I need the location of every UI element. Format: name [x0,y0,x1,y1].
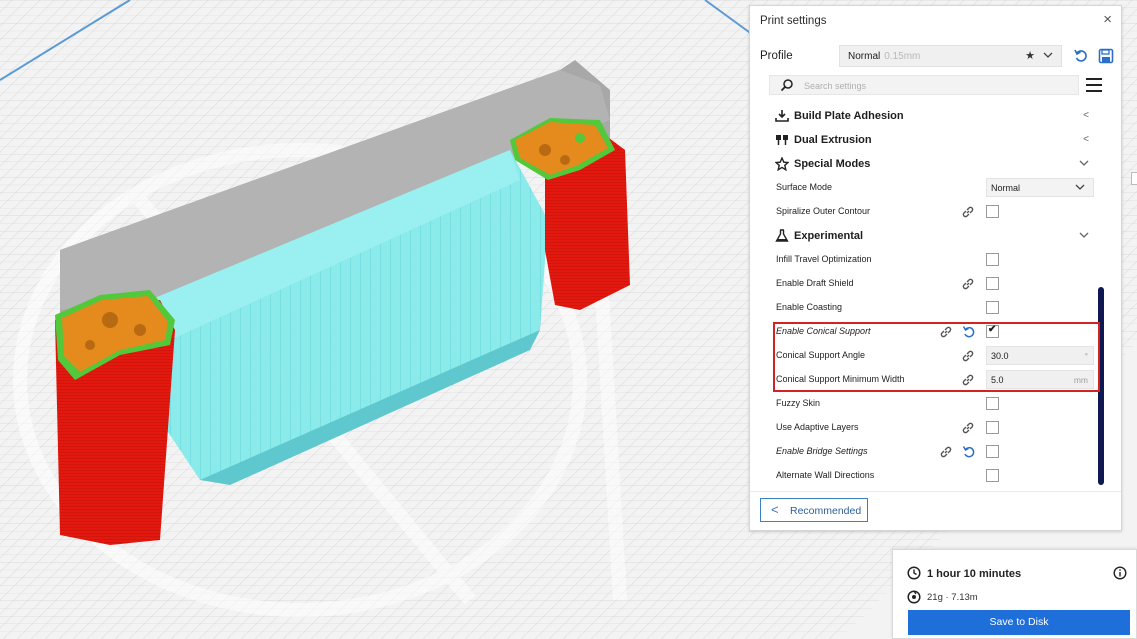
coasting-checkbox[interactable] [986,301,999,314]
setting-spiralize-outer-contour: Spiralize Outer Contour [750,200,1123,224]
profile-dropdown[interactable]: Normal 0.15mm ★ [839,45,1062,67]
chevron-down-icon [1079,160,1089,166]
setting-infill-travel-optimization: Infill Travel Optimization [750,248,1123,272]
surface-mode-value: Normal [991,183,1021,193]
setting-enable-draft-shield: Enable Draft Shield [750,272,1123,296]
profile-label: Profile [760,50,793,62]
flask-icon [775,229,789,242]
dual-extrusion-icon [776,135,788,145]
link-icon[interactable] [961,277,975,291]
input-unit: mm [1073,375,1088,385]
conical-min-width-input[interactable]: 5.0 mm [986,370,1094,389]
setting-label: Enable Coasting [776,302,843,312]
category-label: Special Modes [794,158,871,170]
reset-profile-icon[interactable] [1073,48,1089,64]
material-usage: 21g · 7.13m [927,592,978,603]
save-to-disk-button[interactable]: Save to Disk [908,610,1130,635]
surface-mode-dropdown[interactable]: Normal [986,178,1094,197]
link-icon[interactable] [939,325,953,339]
category-dual-extrusion[interactable]: Dual Extrusion < [750,128,1123,152]
print-time: 1 hour 10 minutes [927,568,1022,580]
setting-enable-conical-support: Enable Conical Support ✔ [750,320,1123,344]
settings-menu-icon[interactable] [1086,78,1102,92]
setting-alternate-wall-directions: Alternate Wall Directions [750,464,1123,488]
profile-value: Normal [848,51,881,62]
alternate-walls-checkbox[interactable] [986,469,999,482]
recommended-label: Recommended [790,505,862,517]
chevron-left-icon: < [1083,134,1089,145]
link-icon[interactable] [961,373,975,387]
filament-spool-icon [907,590,921,604]
category-label: Dual Extrusion [794,134,872,146]
search-input[interactable] [802,78,1066,94]
infill-travel-checkbox[interactable] [986,253,999,266]
setting-surface-mode: Surface Mode Normal [750,176,1123,200]
category-label: Experimental [794,230,864,242]
setting-use-adaptive-layers: Use Adaptive Layers [750,416,1123,440]
checkmark-icon: ✔ [988,324,997,335]
clock-icon [907,566,921,580]
search-icon [780,79,793,92]
setting-label: Enable Draft Shield [776,278,854,288]
save-profile-icon[interactable] [1098,48,1114,64]
job-summary-panel: 1 hour 10 minutes 21g · 7.13m Save to Di… [892,549,1137,639]
chevron-down-icon [1079,232,1089,238]
setting-label: Surface Mode [776,182,833,192]
info-icon[interactable] [1113,566,1127,580]
setting-label: Spiralize Outer Contour [776,206,871,216]
print-settings-panel: Print settings × Profile Normal 0.15mm ★ … [749,5,1122,531]
search-settings-box [769,75,1079,95]
pillar-left [55,290,175,545]
conical-angle-input[interactable]: 30.0 ° [986,346,1094,365]
setting-fuzzy-skin: Fuzzy Skin [750,392,1123,416]
star-icon[interactable]: ★ [1025,49,1035,62]
chevron-left-icon: < [771,502,779,517]
setting-conical-support-minimum-width: Conical Support Minimum Width 5.0 mm [750,368,1123,392]
divider [750,491,1121,492]
setting-label: Conical Support Angle [776,350,866,360]
spiralize-checkbox[interactable] [986,205,999,218]
input-unit: ° [1084,351,1088,361]
side-tab[interactable] [1131,172,1137,185]
build-plate-adhesion-icon [775,110,789,122]
category-build-plate-adhesion[interactable]: Build Plate Adhesion < [750,104,1123,128]
category-special-modes[interactable]: Special Modes [750,152,1123,176]
reset-icon[interactable] [962,325,976,339]
link-icon[interactable] [961,349,975,363]
draft-shield-checkbox[interactable] [986,277,999,290]
star-outline-icon [775,157,789,171]
recommended-button[interactable]: < Recommended [760,498,868,522]
setting-enable-bridge-settings: Enable Bridge Settings [750,440,1123,464]
category-label: Build Plate Adhesion [794,110,904,122]
setting-label: Alternate Wall Directions [776,470,875,480]
conical-support-checkbox[interactable]: ✔ [986,324,999,338]
input-value: 30.0 [991,351,1009,361]
setting-enable-coasting: Enable Coasting [750,296,1123,320]
link-icon[interactable] [961,421,975,435]
link-icon[interactable] [939,445,953,459]
setting-label: Enable Bridge Settings [776,446,868,456]
setting-label: Infill Travel Optimization [776,254,872,264]
reset-icon[interactable] [962,445,976,459]
adaptive-layers-checkbox[interactable] [986,421,999,434]
input-value: 5.0 [991,375,1004,385]
panel-title: Print settings [760,15,827,27]
close-icon[interactable]: × [1103,12,1112,28]
profile-quality: 0.15mm [884,51,921,62]
chevron-down-icon [1043,52,1053,58]
setting-label: Enable Conical Support [776,326,871,336]
setting-conical-support-angle: Conical Support Angle 30.0 ° [750,344,1123,368]
setting-label: Conical Support Minimum Width [776,374,905,384]
chevron-down-icon [1075,184,1085,190]
category-experimental[interactable]: Experimental [750,224,1123,248]
link-icon[interactable] [961,205,975,219]
bridge-settings-checkbox[interactable] [986,445,999,458]
fuzzy-skin-checkbox[interactable] [986,397,999,410]
setting-label: Use Adaptive Layers [776,422,859,432]
chevron-left-icon: < [1083,110,1089,121]
setting-label: Fuzzy Skin [776,398,821,408]
settings-scrollbar[interactable] [1098,287,1104,485]
